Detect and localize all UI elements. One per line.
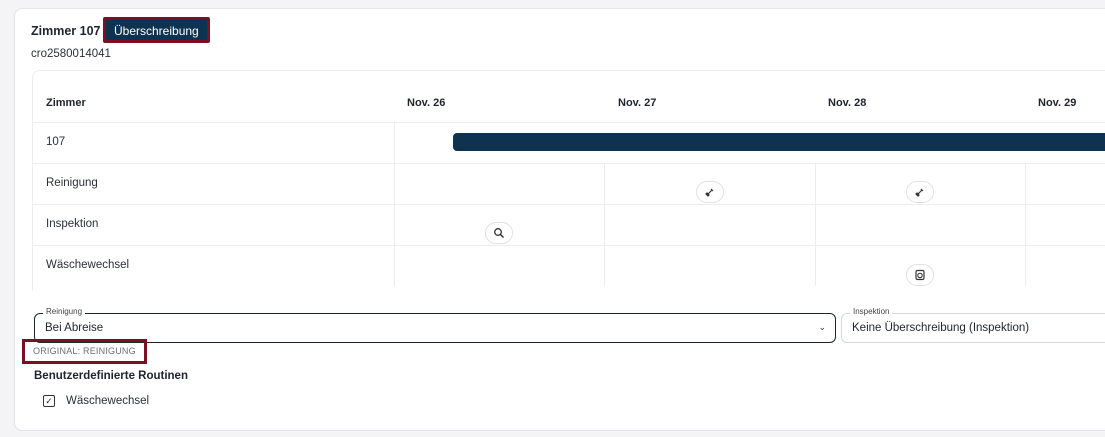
- inspection-select[interactable]: Inspektion Keine Überschreibung (Inspekt…: [841, 307, 1105, 343]
- routine-checkbox-linen[interactable]: ✓ Wäschewechsel: [43, 395, 149, 407]
- column-header-room: Zimmer: [46, 97, 86, 109]
- grid-divider: [1025, 163, 1026, 286]
- room-detail-card: Zimmer 107 Überschreibung cro2580014041 …: [14, 8, 1105, 431]
- chevron-down-icon: ⌄: [818, 322, 826, 332]
- grid-row-cleaning: Reinigung: [33, 163, 1105, 205]
- booking-bar[interactable]: [453, 133, 1105, 151]
- grid-divider: [604, 163, 605, 286]
- broom-icon-glyph: [915, 188, 924, 197]
- cleaning-select-legend: Reinigung: [43, 307, 86, 316]
- laundry-icon[interactable]: [906, 264, 934, 286]
- grid-row-linen: Wäschewechsel: [33, 245, 1105, 287]
- row-label-room: 107: [46, 136, 66, 148]
- cleaning-select-value: Bei Abreise: [45, 322, 104, 334]
- grid-row-room: 107: [33, 122, 1105, 164]
- column-header-day: Nov. 28: [828, 97, 867, 109]
- row-label-inspection: Inspektion: [46, 218, 99, 230]
- broom-icon-glyph: [705, 188, 714, 197]
- override-button[interactable]: Überschreibung: [103, 17, 210, 43]
- checkbox-checked-icon[interactable]: ✓: [43, 395, 55, 407]
- column-header-day: Nov. 26: [407, 97, 446, 109]
- column-header-day: Nov. 27: [618, 97, 657, 109]
- original-value-tag: ORIGINAL: REINIGUNG: [22, 339, 147, 364]
- search-icon-glyph: [494, 228, 505, 239]
- schedule-grid: Zimmer Nov. 26 Nov. 27 Nov. 28 Nov. 29 1…: [32, 70, 1105, 291]
- custom-routines-title: Benutzerdefinierte Routinen: [34, 370, 188, 382]
- room-code: cro2580014041: [31, 48, 111, 60]
- row-label-linen: Wäschewechsel: [46, 259, 130, 271]
- routine-label: Wäschewechsel: [66, 395, 150, 407]
- room-title: Zimmer 107: [31, 24, 101, 38]
- column-header-day: Nov. 29: [1038, 97, 1077, 109]
- broom-icon[interactable]: [696, 181, 724, 203]
- inspection-select-legend: Inspektion: [850, 307, 893, 316]
- row-label-cleaning: Reinigung: [46, 177, 98, 189]
- cleaning-select[interactable]: Reinigung Bei Abreise ⌄: [34, 307, 836, 343]
- inspection-select-value: Keine Überschreibung (Inspektion): [852, 322, 1030, 334]
- grid-divider: [394, 122, 395, 286]
- grid-row-inspection: Inspektion: [33, 204, 1105, 246]
- broom-icon[interactable]: [906, 181, 934, 203]
- laundry-icon-glyph: [915, 269, 925, 281]
- grid-divider: [815, 163, 816, 286]
- search-icon[interactable]: [485, 222, 513, 244]
